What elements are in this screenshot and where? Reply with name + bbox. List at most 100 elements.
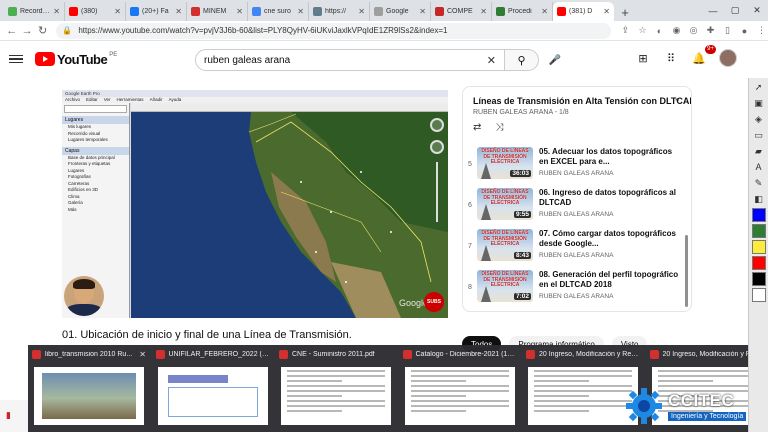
search-button[interactable]: ⚲: [505, 49, 539, 71]
playlist-item-channel: RUBEN GALEAS ARANA: [539, 293, 614, 300]
preview-title: UNIFILAR_FEBRERO_2022 (1).pdf: [168, 350, 270, 358]
playlist-item[interactable]: 5 DISEÑO DE LÍNEAS DE TRANSMISIÓN ELÉCTRI…: [463, 147, 687, 188]
forward-icon[interactable]: →: [19, 23, 34, 39]
pdf-file-icon: [155, 349, 165, 359]
color-swatch[interactable]: [751, 256, 766, 270]
taskbar-preview[interactable]: CNE - Suministro 2011.pdf: [275, 345, 397, 432]
avatar[interactable]: [719, 49, 737, 67]
menu-kebab-icon[interactable]: ⋮: [755, 24, 768, 37]
color-swatch[interactable]: [751, 288, 766, 302]
browser-tab[interactable]: (380) ✕: [65, 2, 126, 21]
map-navigation-control[interactable]: [430, 118, 444, 222]
playlist-item[interactable]: 6 DISEÑO DE LÍNEAS DE TRANSMISIÓN ELÉCTRI…: [463, 188, 687, 229]
browser-tab[interactable]: MINEM ✕: [187, 2, 248, 21]
app-search-box: [64, 105, 127, 113]
playlist-title[interactable]: Líneas de Transmisión en Alta Tensión co…: [473, 96, 691, 106]
close-window-icon[interactable]: ✕: [746, 0, 768, 21]
pen-icon[interactable]: ✎: [752, 176, 766, 190]
voice-search-button[interactable]: 🎤: [545, 50, 565, 70]
minimize-icon[interactable]: —: [702, 0, 724, 21]
taskbar-preview[interactable]: libro_transmision 2010 Ru... ✕: [28, 345, 150, 432]
tab-title: Recordings: [20, 8, 50, 15]
reload-icon[interactable]: ↻: [35, 23, 50, 39]
playlist-scrollbar[interactable]: [685, 235, 688, 307]
tab-close-icon[interactable]: ✕: [541, 7, 548, 16]
pdf-file-icon: [279, 349, 288, 359]
tab-close-icon[interactable]: ✕: [175, 7, 182, 16]
tab-close-icon[interactable]: ✕: [114, 7, 121, 16]
playlist-item-thumbnail[interactable]: DISEÑO DE LÍNEAS DE TRANSMISIÓN ELÉCTRIC…: [477, 147, 533, 179]
notifications-bell-icon[interactable]: 🔔 9+: [691, 45, 716, 66]
browser-tab[interactable]: cne suro ✕: [248, 2, 309, 21]
browser-tab[interactable]: Procedi ✕: [492, 2, 553, 21]
tab-favicon-icon: [130, 7, 139, 16]
color-swatch[interactable]: [751, 240, 766, 254]
profile-icon[interactable]: ●: [738, 24, 751, 37]
color-swatch[interactable]: [751, 272, 766, 286]
tab-close-icon[interactable]: ✕: [358, 7, 365, 16]
apps-grid-icon[interactable]: ⠿: [663, 50, 679, 66]
extension-icon[interactable]: ◎: [687, 24, 700, 37]
tab-close-icon[interactable]: ✕: [236, 7, 243, 16]
menu-hamburger-icon[interactable]: [9, 54, 23, 64]
taskbar-preview[interactable]: Catalogo - Diciembre-2021 (1)....: [399, 345, 521, 432]
browser-tab[interactable]: Google ✕: [370, 2, 431, 21]
playlist-item-thumbnail[interactable]: DISEÑO DE LÍNEAS DE TRANSMISIÓN ELÉCTRIC…: [477, 188, 533, 220]
color-swatch[interactable]: [751, 224, 766, 238]
text-tool-icon[interactable]: A: [752, 160, 766, 174]
tab-close-icon[interactable]: ✕: [419, 7, 426, 16]
preview-close-icon[interactable]: ✕: [139, 350, 146, 359]
maximize-icon[interactable]: ▢: [724, 0, 746, 21]
preview-text-line: [534, 370, 632, 372]
shapes-icon[interactable]: ▭: [752, 128, 766, 142]
extension-icon[interactable]: ◉: [670, 24, 683, 37]
address-bar[interactable]: 🔒 https://www.youtube.com/watch?v=pvjV3J…: [56, 22, 611, 39]
playlist-item[interactable]: 8 DISEÑO DE LÍNEAS DE TRANSMISIÓN ELÉCTRI…: [463, 270, 687, 311]
collapse-chevron-icon[interactable]: ⌃: [673, 97, 681, 108]
preview-title: CNE - Suministro 2011.pdf: [292, 350, 375, 358]
loop-icon[interactable]: ⇄: [473, 122, 481, 133]
playlist-item[interactable]: 7 DISEÑO DE LÍNEAS DE TRANSMISIÓN ELÉCTRI…: [463, 229, 687, 270]
browser-tab[interactable]: https:// ✕: [309, 2, 370, 21]
playlist-item-title[interactable]: 08. Generación del perfil topográfico en…: [539, 270, 683, 290]
playlist-item-title[interactable]: 07. Cómo cargar datos topográficos desde…: [539, 229, 683, 249]
create-video-icon[interactable]: ⊞: [635, 50, 651, 66]
back-icon[interactable]: ←: [4, 23, 19, 39]
video-duration: 8:43: [513, 252, 531, 259]
browser-tab[interactable]: (20+) Fa ✕: [126, 2, 187, 21]
tab-favicon-icon: [496, 7, 505, 16]
extension-icon[interactable]: ◐: [653, 24, 666, 37]
youtube-logo[interactable]: YouTube PE: [35, 52, 117, 67]
playlist-item-title[interactable]: 05. Adecuar los datos topográficos en EX…: [539, 147, 683, 167]
tab-close-icon[interactable]: ✕: [603, 7, 610, 16]
browser-tab[interactable]: COMPE ✕: [431, 2, 492, 21]
tab-close-icon[interactable]: ✕: [480, 7, 487, 16]
cursor-icon[interactable]: ➚: [752, 80, 766, 94]
video-player[interactable]: Google Earth Pro Archivo Editar Ver Herrami…: [62, 90, 448, 318]
tab-title: Google: [386, 8, 409, 15]
taskbar-preview[interactable]: UNIFILAR_FEBRERO_2022 (1).pdf: [152, 345, 274, 432]
playlist-item-title[interactable]: 06. Ingreso de datos topográficos al DLT…: [539, 188, 683, 208]
browser-tab[interactable]: (381) D ✕: [553, 2, 614, 21]
sidebar-icon[interactable]: ▯: [721, 24, 734, 37]
eraser-icon[interactable]: ◧: [752, 192, 766, 206]
bookmark-star-icon[interactable]: ☆: [636, 24, 649, 37]
tab-close-icon[interactable]: ✕: [53, 7, 60, 16]
tab-title: https://: [325, 8, 347, 15]
search-input[interactable]: ruben galeas arana ✕: [195, 49, 505, 71]
browser-tab[interactable]: Recordings✕: [4, 2, 65, 21]
color-swatch[interactable]: [751, 208, 766, 222]
shuffle-icon[interactable]: ⤨: [495, 122, 503, 133]
video-duration: 7:02: [513, 293, 531, 300]
highlighter-icon[interactable]: ▰: [752, 144, 766, 158]
tab-close-icon[interactable]: ✕: [297, 7, 304, 16]
clear-search-icon[interactable]: ✕: [487, 54, 496, 67]
playlist-item-thumbnail[interactable]: DISEÑO DE LÍNEAS DE TRANSMISIÓN ELÉCTRIC…: [477, 229, 533, 261]
fill-bucket-icon[interactable]: ◈: [752, 112, 766, 126]
puzzle-icon[interactable]: ✚: [704, 24, 717, 37]
places-header: Lugares: [62, 116, 129, 124]
new-tab-button[interactable]: +: [616, 3, 634, 21]
lock-icon[interactable]: ▣: [752, 96, 766, 110]
share-icon[interactable]: ⇪: [619, 24, 632, 37]
playlist-item-thumbnail[interactable]: DISEÑO DE LÍNEAS DE TRANSMISIÓN ELÉCTRIC…: [477, 270, 533, 302]
